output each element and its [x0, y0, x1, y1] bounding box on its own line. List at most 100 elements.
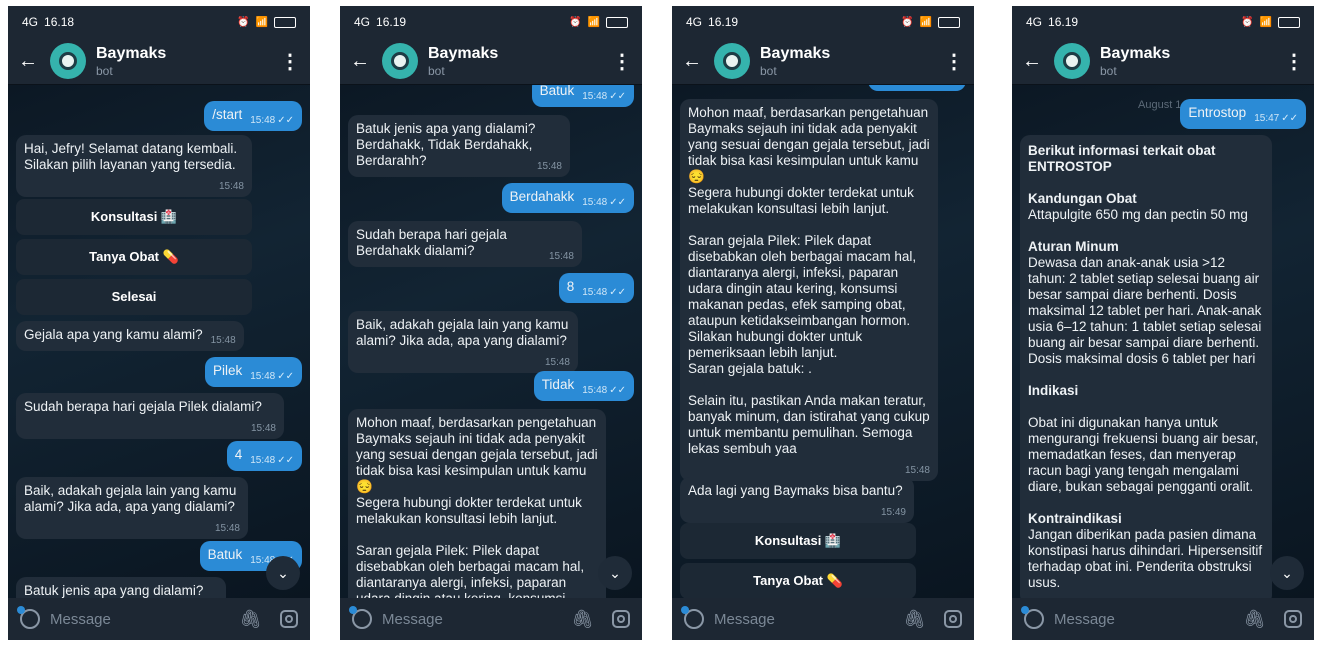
- keyboard-button-selesai[interactable]: Selesai: [16, 279, 252, 315]
- avatar[interactable]: [714, 43, 750, 79]
- clock: 16.19: [1048, 15, 1079, 29]
- back-arrow-icon[interactable]: ←: [682, 50, 708, 73]
- status-bar: 4G 16.19 ⏰ 📶: [340, 6, 642, 38]
- battery-icon: [1278, 16, 1300, 28]
- message-time: 15:48✓✓: [582, 287, 626, 298]
- scroll-down-button[interactable]: ⌄: [1270, 556, 1304, 590]
- bot-name: Baymaks: [760, 44, 831, 62]
- signal-icon: 4G: [354, 15, 371, 29]
- avatar[interactable]: [50, 43, 86, 79]
- message-time: 15:48: [250, 423, 276, 434]
- status-bar: 4G 16.19 ⏰ 📶: [672, 6, 974, 38]
- message-out: /start 15:48 ✓✓: [204, 101, 302, 131]
- message-out: [868, 85, 966, 91]
- clock: 16.19: [708, 15, 739, 29]
- message-input[interactable]: Message: [1054, 611, 1243, 628]
- message-in: Berikut informasi terkait obat ENTROSTOP…: [1020, 135, 1272, 598]
- double-check-icon: ✓✓: [277, 371, 294, 382]
- avatar[interactable]: [382, 43, 418, 79]
- attach-icon[interactable]: 🖇: [571, 609, 594, 630]
- emoji-icon[interactable]: [681, 606, 704, 629]
- wifi-icon: 📶: [919, 16, 932, 28]
- message-out: Entrostop 15:47 ✓✓: [1180, 99, 1306, 129]
- scroll-down-button[interactable]: ⌄: [598, 556, 632, 590]
- clock: 16.18: [44, 15, 75, 29]
- more-menu-icon[interactable]: ⋮: [944, 49, 964, 74]
- message-list[interactable]: Mohon maaf, berdasarkan pengetahuan Baym…: [672, 85, 974, 598]
- message-time: 15:48: [544, 357, 570, 368]
- message-input[interactable]: Message: [382, 611, 571, 628]
- back-arrow-icon[interactable]: ←: [350, 50, 376, 73]
- message-list[interactable]: /start 15:48 ✓✓ Hai, Jefry! Selamat datang…: [8, 85, 310, 598]
- camera-icon[interactable]: [1284, 610, 1302, 628]
- message-time: 15:48: [904, 465, 930, 476]
- message-out: Tidak 15:48 ✓✓: [533, 371, 634, 401]
- attach-icon[interactable]: 🖇: [903, 609, 926, 630]
- bot-subtitle: bot: [760, 63, 777, 78]
- message-input[interactable]: Message: [50, 611, 239, 628]
- message-list[interactable]: August 1 Entrostop 15:47 ✓✓ Berikut inform…: [1012, 85, 1314, 598]
- avatar[interactable]: [1054, 43, 1090, 79]
- message-out: Pilek 15:48 ✓✓: [204, 357, 302, 387]
- chevron-down-icon: ⌄: [1281, 565, 1293, 581]
- camera-icon[interactable]: [944, 610, 962, 628]
- message-time: 15:48✓✓: [250, 115, 294, 126]
- input-bar: Message 🖇: [8, 598, 310, 640]
- keyboard-button-konsultasi[interactable]: Konsultasi 🏥: [16, 199, 252, 235]
- alarm-icon: ⏰: [901, 16, 914, 28]
- chat-header: ← Baymaks bot ⋮: [340, 38, 642, 85]
- bot-subtitle: bot: [1100, 63, 1117, 78]
- message-time: 15:48✓✓: [250, 455, 294, 466]
- alarm-icon: ⏰: [1241, 16, 1254, 28]
- chat-header: ← Baymaks bot ⋮: [672, 38, 974, 85]
- attach-icon[interactable]: 🖇: [1243, 609, 1266, 630]
- back-arrow-icon[interactable]: ←: [18, 50, 44, 73]
- message-in: Batuk jenis apa yang dialami? Berdahakk,…: [348, 115, 570, 177]
- message-in: Gejala apa yang kamu alami? 15:48: [16, 321, 244, 351]
- screen-1: 4G 16.18 ⏰ 📶 ← Baymaks bot ⋮ /start 15:48 ✓✓…: [8, 6, 310, 640]
- message-time: 15:48✓✓: [582, 197, 626, 208]
- double-check-icon: ✓✓: [277, 455, 294, 466]
- emoji-icon[interactable]: [17, 606, 40, 629]
- message-time: 15:48✓✓: [582, 91, 626, 102]
- status-bar: 4G 16.18 ⏰ 📶: [8, 6, 310, 38]
- message-time: 15:48✓✓: [582, 385, 626, 396]
- screen-3: 4G 16.19 ⏰ 📶 ← Baymaks bot ⋮ Mohon maaf, b…: [672, 6, 974, 640]
- message-out: 4 15:48 ✓✓: [226, 441, 302, 471]
- bot-subtitle: bot: [96, 63, 113, 78]
- double-check-icon: ✓✓: [609, 385, 626, 396]
- camera-icon[interactable]: [612, 610, 630, 628]
- alarm-icon: ⏰: [237, 16, 250, 28]
- chat-header: ← Baymaks bot ⋮: [8, 38, 310, 85]
- scroll-down-button[interactable]: ⌄: [266, 556, 300, 590]
- message-list[interactable]: Batuk 15:48 ✓✓ Batuk jenis apa yang dialam…: [340, 85, 642, 598]
- battery-icon: [274, 16, 296, 28]
- bot-name: Baymaks: [1100, 44, 1171, 62]
- keyboard-button-tanya-obat[interactable]: Tanya Obat 💊: [680, 563, 916, 598]
- bot-name: Baymaks: [428, 44, 499, 62]
- screen-2: 4G 16.19 ⏰ 📶 ← Baymaks bot ⋮ Batuk 15:48 ✓✓ …: [340, 6, 642, 640]
- date-chip: August 1: [1138, 99, 1182, 111]
- emoji-icon[interactable]: [1021, 606, 1044, 629]
- emoji-icon[interactable]: [349, 606, 372, 629]
- message-out: Batuk15:48✓✓: [531, 85, 634, 107]
- keyboard-button-konsultasi[interactable]: Konsultasi 🏥: [680, 523, 916, 559]
- more-menu-icon[interactable]: ⋮: [1284, 49, 1304, 74]
- message-in: Mohon maaf, berdasarkan pengetahuan Baym…: [348, 409, 606, 598]
- back-arrow-icon[interactable]: ←: [1022, 50, 1048, 73]
- battery-icon: [938, 16, 960, 28]
- clock: 16.19: [376, 15, 407, 29]
- message-input[interactable]: Message: [714, 611, 903, 628]
- message-time: 15:48✓✓: [250, 371, 294, 382]
- attach-icon[interactable]: 🖇: [239, 609, 262, 630]
- message-in: Hai, Jefry! Selamat datang kembali. Sila…: [16, 135, 252, 197]
- more-menu-icon[interactable]: ⋮: [612, 49, 632, 74]
- bot-subtitle: bot: [428, 63, 445, 78]
- more-menu-icon[interactable]: ⋮: [280, 49, 300, 74]
- message-in: Baik, adakah gejala lain yang kamu alami…: [16, 477, 248, 539]
- alarm-icon: ⏰: [569, 16, 582, 28]
- camera-icon[interactable]: [280, 610, 298, 628]
- keyboard-button-tanya-obat[interactable]: Tanya Obat 💊: [16, 239, 252, 275]
- message-time: 15:48: [210, 335, 236, 346]
- wifi-icon: 📶: [587, 16, 600, 28]
